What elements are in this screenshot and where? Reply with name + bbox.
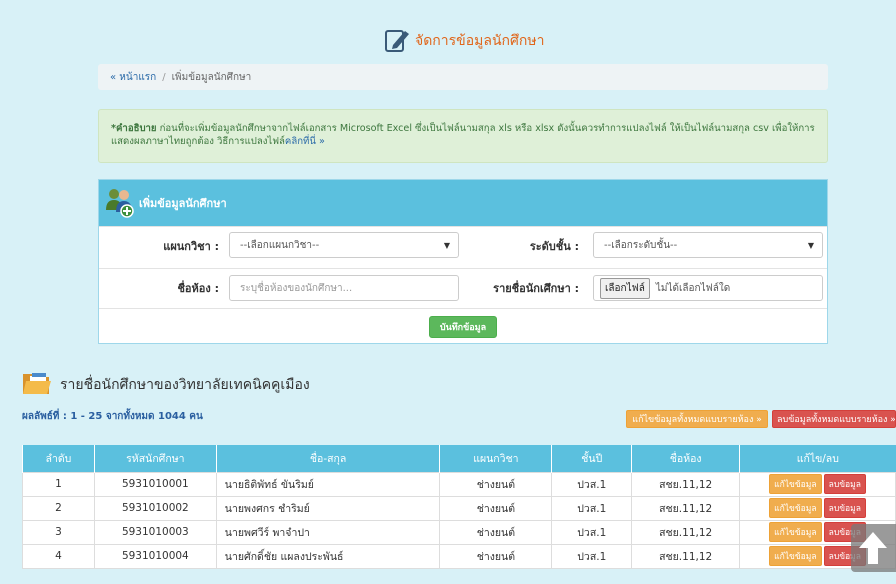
dept-select-value: --เลือกแผนกวิชา-- <box>240 239 320 251</box>
cell-id: 5931010002 <box>93 495 217 521</box>
form-row-2: ชื่อห้อง : ระบุชื่อห้องของนักศึกษา... รา… <box>99 268 827 308</box>
room-input[interactable]: ระบุชื่อห้องของนักศึกษา... <box>229 275 459 301</box>
cell-id: 5931010004 <box>93 543 217 569</box>
breadcrumb: « หน้าแรก / เพิ่มข้อมูลนักศึกษา <box>98 64 828 90</box>
cell-id: 5931010003 <box>93 519 217 545</box>
cell-room: สชย.11,12 <box>631 543 741 569</box>
cell-dept: ช่างยนต์ <box>439 471 553 497</box>
header-id: รหัสนักศึกษา <box>93 445 217 472</box>
alert-text: ก่อนที่จะเพิ่มข้อมูลนักศึกษาจากไฟล์เอกสา… <box>111 123 815 147</box>
table-row: 2 5931010002 นายพงศกร ชำริมย์ ช่างยนต์ ป… <box>22 495 896 521</box>
table-row: 3 5931010003 นายพศวีร์ พาจำปา ช่างยนต์ ป… <box>22 519 896 545</box>
cell-name: นายพศวีร์ พาจำปา <box>215 519 441 545</box>
arrow-up-icon <box>859 532 887 564</box>
dept-label: แผนกวิชา : <box>163 240 219 253</box>
breadcrumb-current: เพิ่มข้อมูลนักศึกษา <box>171 71 252 83</box>
choose-file-button[interactable]: เลือกไฟล์ <box>600 277 650 299</box>
list-title: รายชื่อนักศึกษาของวิทยาลัยเทคนิคคูเมือง <box>22 370 310 400</box>
cell-dept: ช่างยนต์ <box>439 495 553 521</box>
edit-button[interactable]: แก้ไขข้อมูล <box>769 474 822 494</box>
level-select-value: --เลือกระดับชั้น-- <box>604 239 678 251</box>
student-table: ลำดับ รหัสนักศึกษา ชื่อ-สกุล แผนกวิชา ชั… <box>22 445 896 569</box>
cell-no: 3 <box>22 519 95 545</box>
header-dept: แผนกวิชา <box>439 445 552 472</box>
form-row-1: แผนกวิชา : --เลือกแผนกวิชา-- ▼ ระดับชั้น… <box>99 226 827 262</box>
cell-year: ปวส.1 <box>551 543 633 569</box>
save-button[interactable]: บันทึกข้อมูล <box>429 316 497 338</box>
cell-no: 1 <box>22 471 95 497</box>
edit-button[interactable]: แก้ไขข้อมูล <box>769 498 822 518</box>
cell-id: 5931010001 <box>93 471 217 497</box>
room-label: ชื่อห้อง : <box>177 282 219 295</box>
cell-no: 4 <box>22 543 95 569</box>
table-row: 4 5931010004 นายศักดิ์ชัย แผลงประพันธ์ ช… <box>22 543 896 569</box>
folder-open-icon <box>22 370 52 400</box>
panel-header: เพิ่มข้อมูลนักศึกษา <box>99 180 827 226</box>
list-title-text: รายชื่อนักศึกษาของวิทยาลัยเทคนิคคูเมือง <box>60 377 310 393</box>
breadcrumb-home[interactable]: « หน้าแรก <box>110 70 156 85</box>
users-add-icon <box>105 186 135 221</box>
header-actions: แก้ไข/ลบ <box>739 445 896 472</box>
delete-button[interactable]: ลบข้อมูล <box>823 498 866 518</box>
cell-dept: ช่างยนต์ <box>439 519 553 545</box>
edit-note-icon <box>383 26 411 57</box>
level-select[interactable]: --เลือกระดับชั้น-- ▼ <box>593 232 823 258</box>
cell-year: ปวส.1 <box>551 495 633 521</box>
cell-dept: ช่างยนต์ <box>439 543 553 569</box>
info-alert: *คำอธิบาย ก่อนที่จะเพิ่มข้อมูลนักศึกษาจา… <box>98 109 828 163</box>
add-student-panel: เพิ่มข้อมูลนักศึกษา แผนกวิชา : --เลือกแผ… <box>98 179 828 344</box>
cell-name: นายธิติพัทธ์ ขันริมย์ <box>215 471 441 497</box>
cell-name: นายพงศกร ชำริมย์ <box>215 495 441 521</box>
table-header-row: ลำดับ รหัสนักศึกษา ชื่อ-สกุล แผนกวิชา ชั… <box>22 445 896 472</box>
cell-name: นายศักดิ์ชัย แผลงประพันธ์ <box>215 543 441 569</box>
breadcrumb-separator: / <box>162 71 166 83</box>
edit-button[interactable]: แก้ไขข้อมูล <box>769 546 822 566</box>
header-room: ชื่อห้อง <box>631 445 740 472</box>
level-label: ระดับชั้น : <box>529 240 579 253</box>
alert-bold: *คำอธิบาย <box>111 123 157 134</box>
result-count: ผลลัพธ์ที่ : 1 - 25 จากทั้งหมด 1044 คน <box>22 411 203 422</box>
header-name: ชื่อ-สกุล <box>215 445 440 472</box>
file-input[interactable]: เลือกไฟล์ ไม่ได้เลือกไฟล์ใด <box>593 275 823 301</box>
page-title: จัดการข้อมูลนักศึกษา <box>383 26 544 56</box>
cell-room: สชย.11,12 <box>631 471 741 497</box>
edit-all-button[interactable]: แก้ไขข้อมูลทั้งหมดแบบรายห้อง » <box>626 410 768 428</box>
header-no: ลำดับ <box>22 445 95 472</box>
cell-actions: แก้ไขข้อมูล ลบข้อมูล <box>739 471 896 497</box>
table-row: 1 5931010001 นายธิติพัทธ์ ขันริมย์ ช่างย… <box>22 471 896 497</box>
page-title-text: จัดการข้อมูลนักศึกษา <box>415 33 545 49</box>
back-to-top-button[interactable] <box>851 524 896 572</box>
cell-room: สชย.11,12 <box>631 519 741 545</box>
cell-room: สชย.11,12 <box>631 495 741 521</box>
cell-no: 2 <box>22 495 95 521</box>
cell-year: ปวส.1 <box>551 471 633 497</box>
chevron-down-icon: ▼ <box>443 241 450 250</box>
delete-button[interactable]: ลบข้อมูล <box>823 474 866 494</box>
panel-title: เพิ่มข้อมูลนักศึกษา <box>139 197 227 210</box>
alert-link[interactable]: คลิกที่นี่ » <box>285 136 325 147</box>
header-year: ชั้นปี <box>551 445 632 472</box>
chevron-down-icon: ▼ <box>807 241 814 250</box>
delete-all-button[interactable]: ลบข้อมูลทั้งหมดแบบรายห้อง » <box>772 410 896 428</box>
file-status: ไม่ได้เลือกไฟล์ใด <box>655 282 731 294</box>
file-label: รายชื่อนักเศึกษา : <box>493 282 579 295</box>
edit-button[interactable]: แก้ไขข้อมูล <box>769 522 822 542</box>
cell-year: ปวส.1 <box>551 519 633 545</box>
room-input-placeholder: ระบุชื่อห้องของนักศึกษา... <box>240 282 353 294</box>
cell-actions: แก้ไขข้อมูล ลบข้อมูล <box>739 495 896 521</box>
dept-select[interactable]: --เลือกแผนกวิชา-- ▼ <box>229 232 459 258</box>
